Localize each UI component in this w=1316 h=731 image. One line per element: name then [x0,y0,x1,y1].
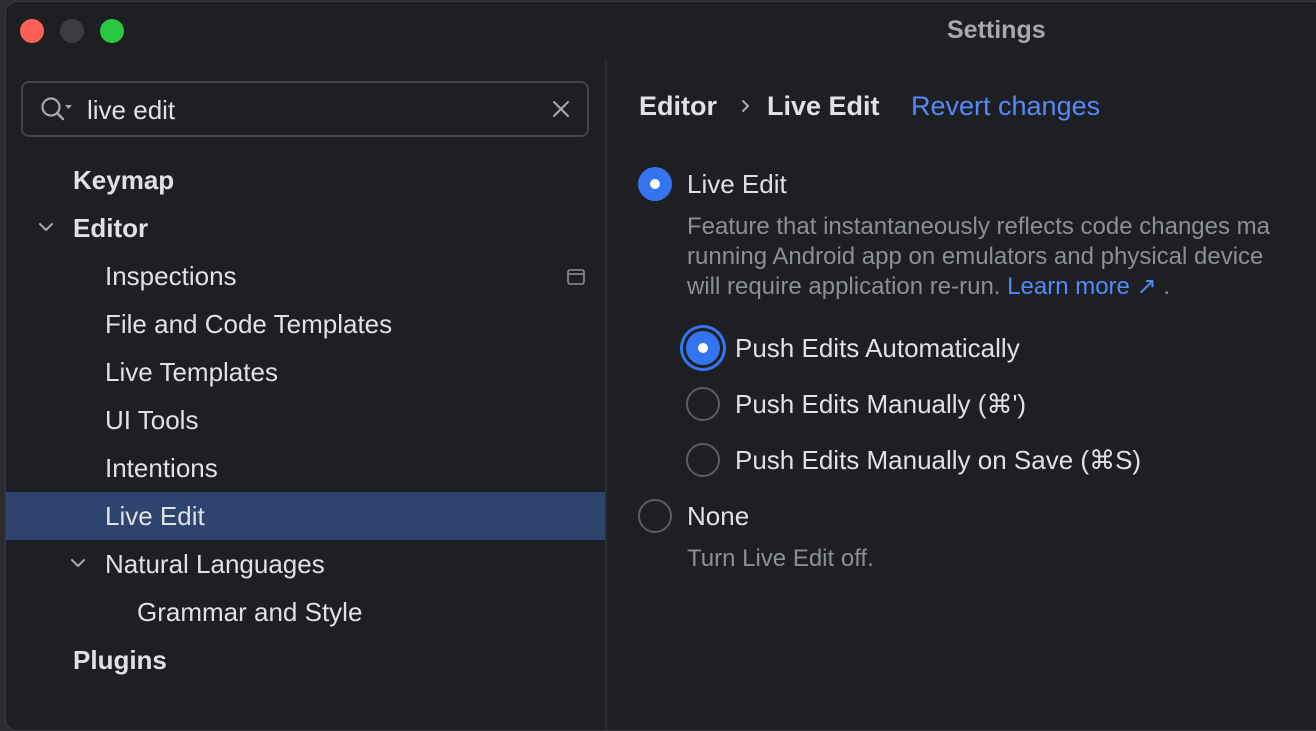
settings-window: Settings Keymap Editor Inspections [5,1,1316,731]
live-edit-description-text: will require application re-run. [687,273,1001,300]
breadcrumb-parent[interactable]: Editor [639,88,717,124]
settings-sidebar: Keymap Editor Inspections File and Code … [6,60,605,730]
none-label[interactable]: None [687,499,749,533]
sidebar-item-label: Keymap [73,165,175,195]
sidebar-item-ui-tools[interactable]: UI Tools [6,396,605,444]
title-bar: Settings [6,2,1316,60]
maximize-window-button[interactable] [100,19,124,43]
search-box[interactable] [21,81,589,137]
live-edit-description-line-3: will require application re-run. Learn m… [687,272,1170,302]
none-description: Turn Live Edit off. [687,545,874,572]
sidebar-item-keymap[interactable]: Keymap [6,156,605,204]
chevron-down-icon[interactable] [69,556,87,570]
live-edit-description-line-2: running Android app on emulators and phy… [687,243,1264,270]
sidebar-item-inspections[interactable]: Inspections [6,252,605,300]
chevron-right-icon [742,100,749,112]
live-edit-radio[interactable] [638,167,672,201]
minimize-window-button[interactable] [60,19,84,43]
sidebar-item-natural-languages[interactable]: Natural Languages [6,540,605,588]
sidebar-item-label: Intentions [105,453,218,483]
sidebar-item-live-edit[interactable]: Live Edit [6,492,605,540]
sidebar-item-plugins[interactable]: Plugins [6,636,605,684]
revert-changes-link[interactable]: Revert changes [911,88,1100,124]
sidebar-item-label: UI Tools [105,405,199,435]
search-input[interactable] [87,93,527,127]
description-period: . [1163,273,1171,300]
sidebar-item-live-templates[interactable]: Live Templates [6,348,605,396]
live-edit-label[interactable]: Live Edit [687,167,787,201]
clear-search-icon[interactable] [549,97,573,121]
push-edits-automatically-label[interactable]: Push Edits Automatically [735,331,1020,365]
push-edits-automatically-radio[interactable] [686,331,720,365]
sidebar-item-label: Inspections [105,261,237,291]
project-settings-icon [567,269,585,285]
learn-more-link[interactable]: Learn more ↗ [1007,273,1157,300]
sidebar-item-label: Natural Languages [105,549,325,579]
sidebar-item-grammar-and-style[interactable]: Grammar and Style [6,588,605,636]
sidebar-item-label: Live Edit [105,501,205,531]
sidebar-item-file-and-code-templates[interactable]: File and Code Templates [6,300,605,348]
close-window-button[interactable] [20,19,44,43]
search-icon[interactable] [39,95,75,123]
sidebar-item-label: File and Code Templates [105,309,393,339]
live-edit-description-line-1: Feature that instantaneously reflects co… [687,213,1271,240]
push-edits-manually-label[interactable]: Push Edits Manually (⌘') [735,387,1026,421]
settings-content: Editor Live Edit Revert changes Live Edi… [607,60,1316,730]
none-radio[interactable] [638,499,672,533]
push-edits-on-save-label[interactable]: Push Edits Manually on Save (⌘S) [735,443,1141,477]
window-title: Settings [947,16,1046,44]
push-edits-manually-radio[interactable] [686,387,720,421]
sidebar-item-label: Grammar and Style [137,597,363,627]
sidebar-item-label: Live Templates [105,357,278,387]
sidebar-item-editor[interactable]: Editor [6,204,605,252]
push-edits-on-save-radio[interactable] [686,443,720,477]
chevron-down-icon[interactable] [37,220,55,234]
sidebar-item-label: Editor [73,213,149,243]
sidebar-item-label: Plugins [73,645,167,675]
sidebar-item-intentions[interactable]: Intentions [6,444,605,492]
breadcrumb-current: Live Edit [767,91,880,121]
